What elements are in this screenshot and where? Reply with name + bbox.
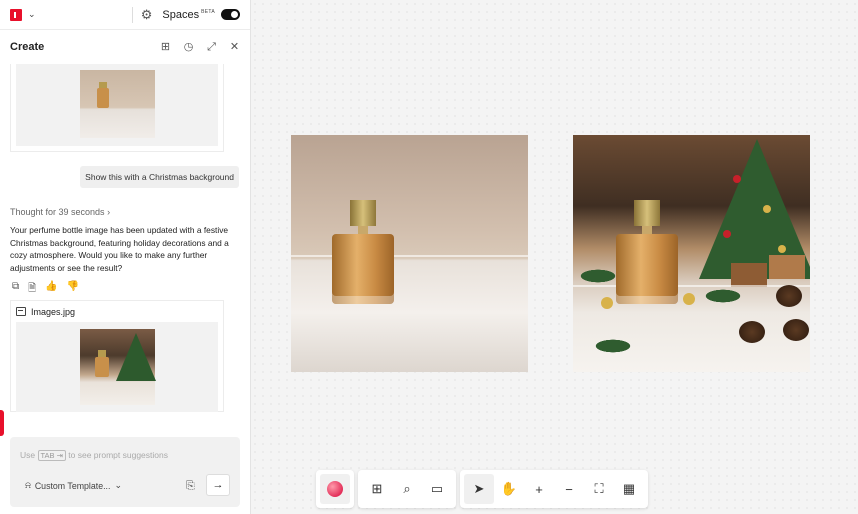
- bottle: [94, 357, 109, 377]
- gear-icon[interactable]: ⚙: [141, 7, 153, 23]
- assistant-panel: ⌄ ⚙ Spaces BETA Create ⊞ ◷ ⤢ ✕ Show this …: [0, 0, 251, 514]
- pointer-icon[interactable]: ➤: [464, 474, 494, 504]
- ornament: [763, 205, 771, 213]
- color-orb-button[interactable]: [320, 474, 350, 504]
- gift-box: [769, 255, 805, 279]
- gift-box: [731, 263, 767, 287]
- ornament: [601, 297, 613, 309]
- toolbar-group-actions: ⊞ ⌕ ▭: [358, 470, 456, 508]
- attach-icon[interactable]: ⎘: [186, 480, 195, 493]
- ornament: [778, 245, 786, 253]
- zoom-in-icon[interactable]: +: [524, 474, 554, 504]
- feedback-tab[interactable]: [0, 410, 4, 436]
- top-bar: ⌄ ⚙ Spaces BETA: [0, 0, 250, 30]
- image-icon: [16, 307, 26, 316]
- spaces-label: Spaces BETA: [162, 8, 215, 21]
- prompt-input[interactable]: Use TAB ⇥ to see prompt suggestions: [20, 450, 168, 461]
- ornament: [723, 230, 731, 238]
- user-message: Show this with a Christmas background: [80, 166, 239, 188]
- file-name: Images.jpg: [31, 306, 76, 317]
- spaces-toggle[interactable]: [221, 9, 240, 20]
- message-actions: ⧉ 🗎 👍 👎: [12, 281, 79, 298]
- toolbar-group-navigation: ➤ ✋ + − ⛶ ▦: [460, 470, 648, 508]
- divider: [131, 6, 133, 23]
- tree: [115, 333, 156, 381]
- table-edge: [291, 255, 528, 257]
- toolbar-group-color: [316, 470, 354, 508]
- logo-icon[interactable]: [10, 8, 22, 21]
- color-orb: [327, 481, 343, 497]
- chevron-down-icon: ⌄: [114, 480, 122, 490]
- tab-key: TAB ⇥: [37, 450, 66, 461]
- copy-icon[interactable]: ⧉: [12, 281, 19, 298]
- file-card: Images.jpg: [10, 300, 224, 412]
- chevron-right-icon: ›: [107, 207, 111, 217]
- panel-title: Create: [10, 41, 45, 53]
- image-thumbnail[interactable]: [79, 329, 156, 405]
- template-dropdown[interactable]: ⍾ Custom Template... ⌄: [25, 480, 122, 491]
- hand-icon[interactable]: ✋: [494, 474, 524, 504]
- close-icon[interactable]: ✕: [229, 41, 240, 53]
- add-panel-icon[interactable]: ⊞: [160, 41, 171, 53]
- beta-badge: BETA: [201, 8, 215, 15]
- bottle-neck: [358, 226, 368, 234]
- search-icon[interactable]: ⌕: [392, 474, 422, 504]
- comment-icon[interactable]: ▭: [422, 474, 452, 504]
- template-icon: ⍾: [25, 480, 31, 490]
- bottle: [332, 234, 394, 304]
- perfume-image-christmas[interactable]: [573, 135, 810, 372]
- history-icon[interactable]: ◷: [183, 41, 194, 53]
- holly: [573, 265, 628, 287]
- prompt-box[interactable]: Use TAB ⇥ to see prompt suggestions ⍾ Cu…: [10, 437, 240, 507]
- pinecone: [776, 285, 802, 307]
- thumbs-down-icon[interactable]: 👎: [67, 281, 79, 298]
- ornament: [733, 175, 741, 183]
- grid-icon[interactable]: ▦: [614, 474, 644, 504]
- assistant-reply: Your perfume bottle image has been updat…: [10, 225, 229, 273]
- chevron-down-icon[interactable]: ⌄: [28, 9, 36, 20]
- canvas[interactable]: [251, 0, 858, 514]
- pinecone: [783, 319, 809, 341]
- holly: [693, 285, 753, 307]
- canvas-toolbar: ⊞ ⌕ ▭ ➤ ✋ + − ⛶ ▦: [316, 470, 648, 508]
- thumbs-up-icon[interactable]: 👍: [45, 281, 57, 298]
- bottle-cap: [97, 350, 106, 357]
- zoom-out-icon[interactable]: −: [554, 474, 584, 504]
- bottle-neck: [642, 226, 652, 234]
- document-icon[interactable]: 🗎: [28, 281, 36, 298]
- bottle-cap: [350, 200, 376, 226]
- pinecone: [739, 321, 765, 343]
- file-header: Images.jpg: [11, 301, 223, 322]
- fit-screen-icon[interactable]: ⛶: [584, 474, 614, 504]
- perfume-image-original[interactable]: [291, 135, 528, 372]
- add-file-icon[interactable]: ⊞: [362, 474, 392, 504]
- ornament: [683, 293, 695, 305]
- thought-toggle[interactable]: Thought for 39 seconds ›: [10, 207, 110, 217]
- bottle: [96, 88, 109, 108]
- image-thumbnail[interactable]: [79, 70, 155, 138]
- holly: [583, 335, 643, 357]
- expand-icon[interactable]: ⤢: [206, 41, 217, 53]
- image-card: [10, 64, 224, 152]
- bottle-cap: [634, 200, 660, 226]
- create-header: Create ⊞ ◷ ⤢ ✕: [0, 30, 250, 64]
- send-button[interactable]: →: [206, 474, 230, 496]
